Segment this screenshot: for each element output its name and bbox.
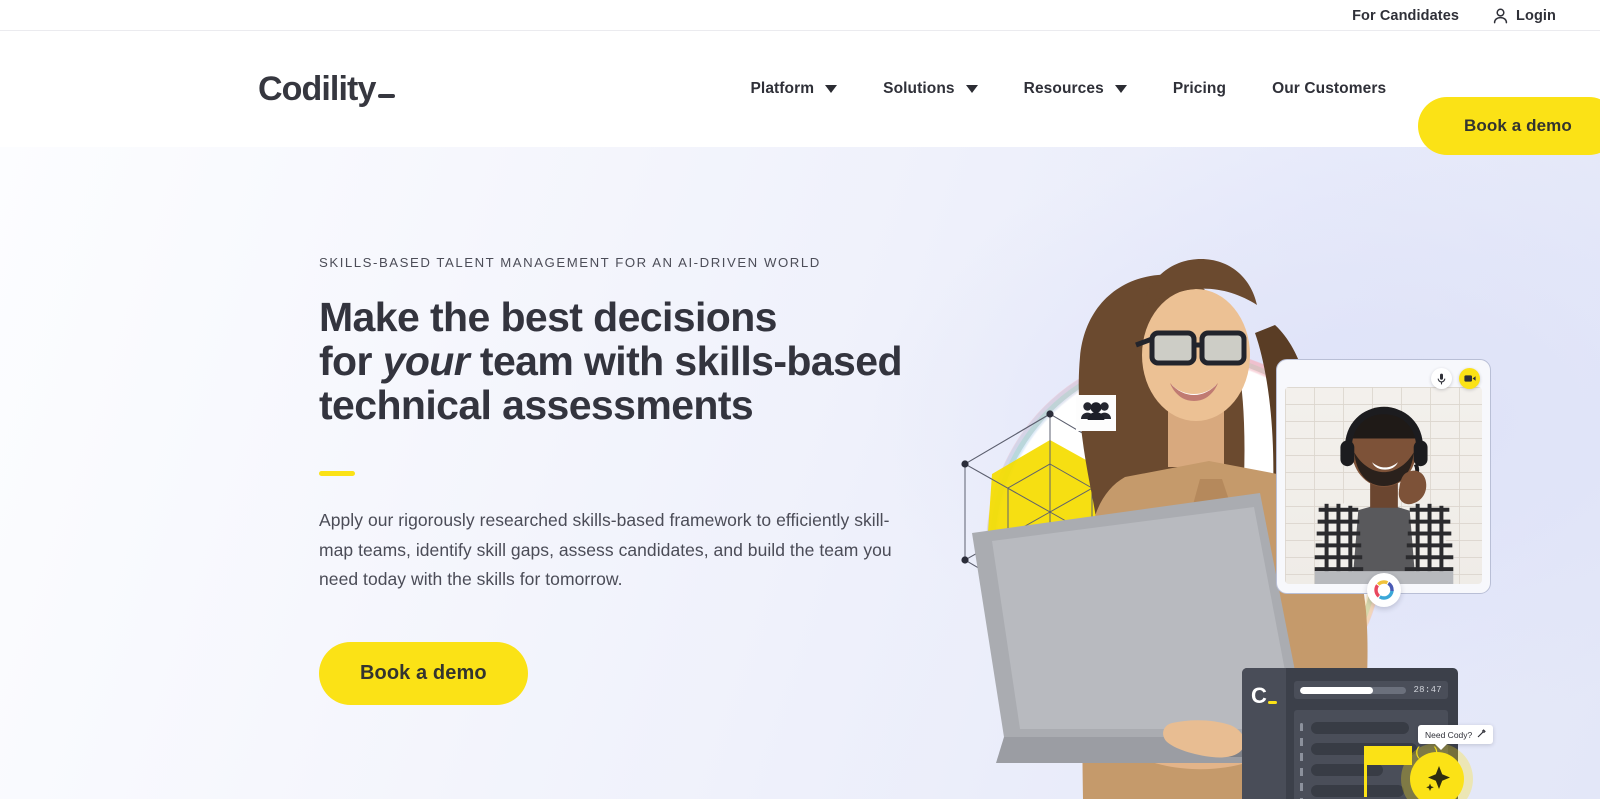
hero-headline-emphasis: your (382, 337, 470, 384)
hero-section: Skills-based talent management for an AI… (0, 147, 1600, 799)
cody-assistant (1401, 743, 1473, 799)
nav-item-solutions[interactable]: Solutions (860, 80, 1001, 98)
code-line (1311, 764, 1384, 776)
nav-item-label: Platform (750, 80, 815, 97)
editor-progress-bar-row: 28:47 (1294, 681, 1448, 699)
editor-sidebar: C (1242, 668, 1286, 799)
logo-underscore-icon (1267, 701, 1277, 704)
people-group-icon (1081, 401, 1111, 425)
site-logo[interactable]: Codility (258, 70, 396, 108)
hero-copy: Skills-based talent management for an AI… (319, 255, 919, 706)
hero-divider (319, 470, 355, 476)
video-call-card (1276, 359, 1491, 607)
nav-item-pricing[interactable]: Pricing (1150, 80, 1249, 98)
progress-bar (1300, 686, 1407, 694)
hero-headline: Make the best decisions for your team wi… (319, 294, 919, 428)
hero-headline-line-2-pre: for (319, 337, 383, 384)
hero-headline-line-3: technical assessments (319, 381, 754, 428)
editor-timer: 28:47 (1413, 685, 1442, 695)
site-header: Codility Platform Solutions Resources Pr… (0, 31, 1600, 155)
main-navigation: Platform Solutions Resources Pricing Our… (727, 80, 1409, 98)
magic-wand-icon (1477, 729, 1487, 740)
hero-body-text: Apply our rigorously researched skills-b… (319, 509, 892, 590)
user-icon (1493, 8, 1508, 24)
video-call-controls (1431, 368, 1480, 389)
site-logo-text: Codility (258, 70, 376, 108)
hero-illustration: C 28:47 Need Cody? (900, 147, 1600, 799)
line-number-gutter (1300, 723, 1303, 799)
nav-item-our-customers[interactable]: Our Customers (1249, 80, 1409, 98)
header-book-a-demo-button[interactable]: Book a demo (1418, 97, 1600, 155)
sparkle-icon (1424, 764, 1451, 794)
hero-book-a-demo-button[interactable]: Book a demo (319, 642, 528, 706)
nav-item-label: Resources (1023, 80, 1104, 97)
recording-donut-icon (1366, 573, 1401, 607)
interviewee-photo (1314, 406, 1454, 584)
utility-link-login[interactable]: Login (1493, 8, 1556, 24)
video-call-feed (1285, 387, 1482, 584)
microphone-icon[interactable] (1431, 368, 1452, 389)
nav-item-resources[interactable]: Resources (1001, 80, 1150, 98)
chevron-down-icon (825, 85, 838, 93)
chevron-down-icon (1114, 85, 1127, 93)
cody-tooltip: Need Cody? (1418, 725, 1494, 750)
nav-item-label: Solutions (883, 80, 955, 97)
code-line (1311, 785, 1404, 797)
nav-item-platform[interactable]: Platform (727, 80, 860, 98)
nav-item-label: Our Customers (1272, 80, 1387, 97)
nav-item-label: Pricing (1172, 80, 1227, 97)
participants-badge (1076, 395, 1116, 431)
utility-link-for-candidates[interactable]: For Candidates (1352, 8, 1459, 24)
hero-eyebrow: Skills-based talent management for an AI… (319, 255, 821, 270)
editor-logo-text: C (1251, 683, 1267, 708)
editor-logo: C (1251, 685, 1277, 707)
cody-assistant-button[interactable] (1410, 752, 1464, 799)
utility-link-label: Login (1516, 7, 1556, 24)
hero-headline-line-1: Make the best decisions (319, 294, 777, 340)
utility-bar: For Candidates Login (0, 0, 1600, 31)
video-camera-icon[interactable] (1459, 368, 1480, 389)
cody-tooltip-label: Need Cody? (1425, 729, 1473, 740)
hero-headline-line-2-post: team with skills-based (469, 337, 903, 384)
logo-underscore-icon (378, 94, 396, 98)
chevron-down-icon (965, 85, 978, 93)
code-line (1311, 722, 1410, 734)
utility-link-label: For Candidates (1352, 7, 1460, 24)
